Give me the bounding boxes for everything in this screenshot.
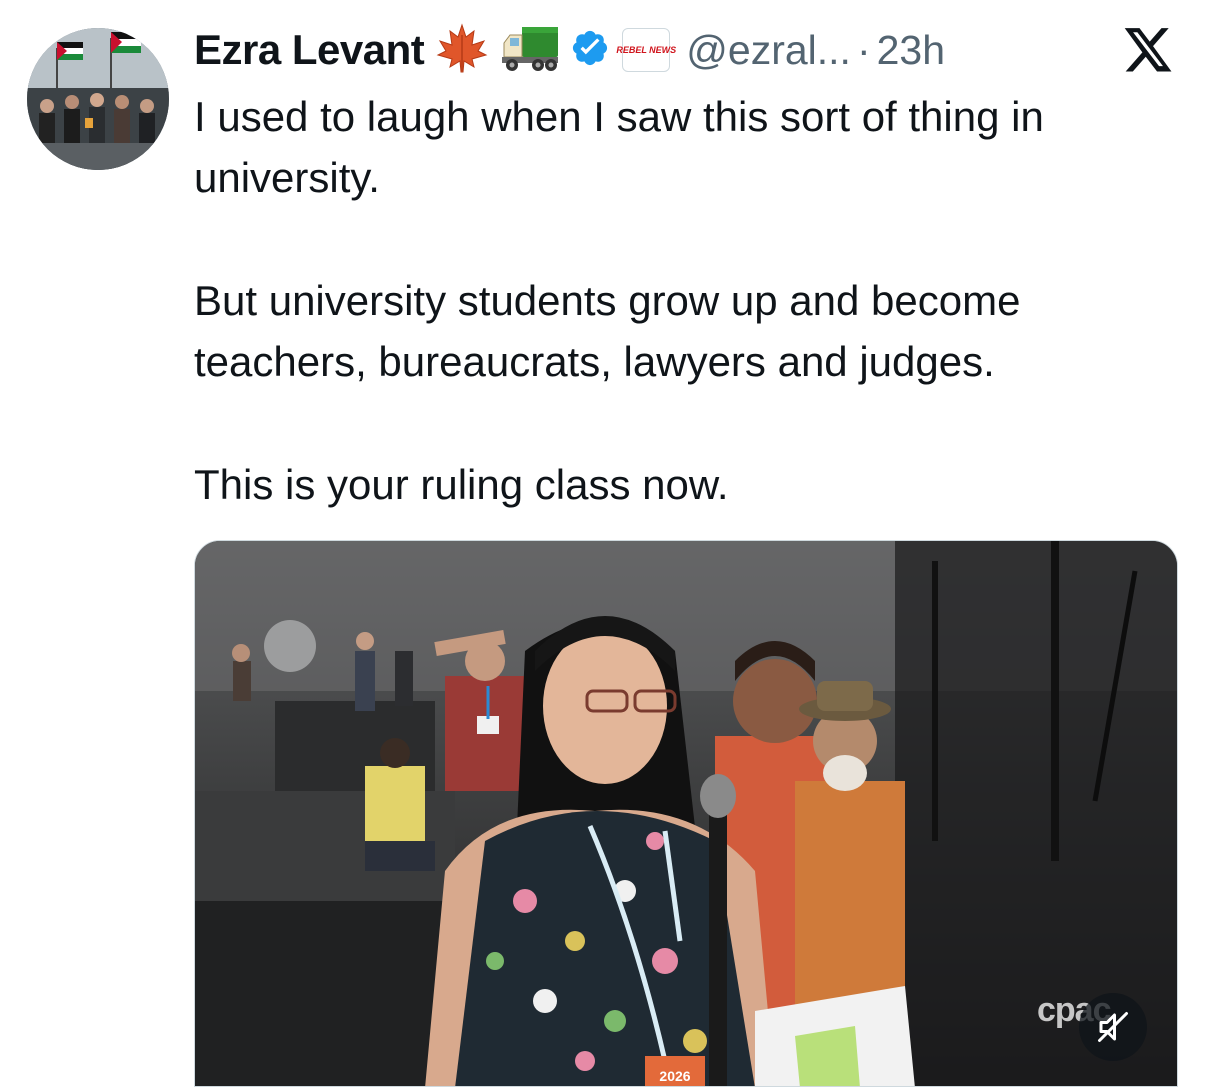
separator-dot: · xyxy=(856,26,871,73)
tweet-header: Ezra Levant REBEL NEWS @ezral... · 23h xyxy=(194,22,945,78)
mute-button[interactable] xyxy=(1079,993,1147,1061)
author-display-name[interactable]: Ezra Levant xyxy=(194,26,425,74)
avatar[interactable] xyxy=(27,28,169,170)
tweet-text: I used to laugh when I saw this sort of … xyxy=(194,86,1184,515)
video-frame: 2026 xyxy=(195,541,1177,1086)
conference-badge-text: 2026 xyxy=(659,1068,690,1084)
affiliate-badge-text: REBEL NEWS xyxy=(616,44,677,55)
tweet-paragraph: I used to laugh when I saw this sort of … xyxy=(194,93,1044,201)
x-logo-icon[interactable] xyxy=(1122,28,1174,76)
tweet-paragraph: This is your ruling class now. xyxy=(194,461,729,508)
author-handle[interactable]: @ezral... xyxy=(686,27,851,74)
verified-badge-icon[interactable] xyxy=(570,28,610,73)
muted-speaker-icon xyxy=(1095,1009,1131,1045)
video-player[interactable]: 2026 cpac xyxy=(194,540,1178,1087)
truck-icon xyxy=(500,23,560,78)
timestamp[interactable]: 23h xyxy=(877,27,945,74)
rebel-news-affiliate-icon[interactable]: REBEL NEWS xyxy=(616,28,676,72)
maple-leaf-icon xyxy=(436,22,488,78)
tweet-paragraph: But university students grow up and beco… xyxy=(194,277,1021,385)
